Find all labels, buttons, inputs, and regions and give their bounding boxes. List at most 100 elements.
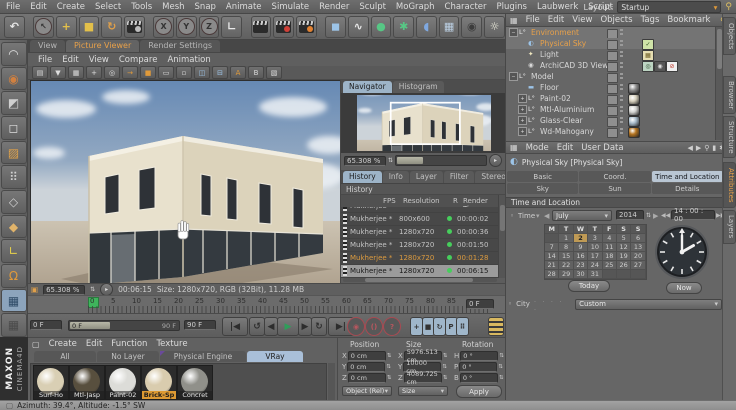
calendar-day-16[interactable]: 16 [574,252,588,261]
calendar-day-11[interactable]: 11 [603,243,617,252]
reset-zoom-icon[interactable]: ◎ [104,66,120,79]
visibility-dots[interactable] [620,29,623,36]
workplane-lock-icon[interactable]: ▦ [1,313,27,337]
value-field-rotation-p[interactable]: 0 ° [459,362,497,372]
render-picture-viewer-icon[interactable] [273,16,294,38]
panel-tab-objects[interactable]: Objects [723,17,736,55]
enable-checkbox[interactable] [607,73,618,83]
pan-icon[interactable]: + [86,66,102,79]
menubar-item-laubwerk[interactable]: Laubwerk [537,2,578,12]
timeline-ruler[interactable]: 0 F 0510152025303540455055606570758085 [28,295,505,314]
visibility-dots[interactable] [620,117,623,124]
om-menu-objects[interactable]: Objects [600,15,632,25]
render-view-icon[interactable] [251,16,272,38]
year-field[interactable]: 2014 [616,210,644,220]
apply-button[interactable]: Apply [456,385,502,398]
calendar-day-25[interactable]: 25 [603,261,617,270]
om-menu-tags[interactable]: Tags [641,15,660,25]
enable-checkbox[interactable] [607,84,618,94]
material-item[interactable]: Concret [177,365,213,400]
add-deformer-icon[interactable]: ◖ [416,16,437,38]
range-start-field[interactable]: 0 F [30,320,62,330]
z-lock-icon[interactable]: Z [199,16,220,38]
enable-checkbox[interactable] [607,95,618,105]
clock-widget[interactable] [653,222,711,280]
tab-picture-viewer[interactable]: Picture Viewer [66,40,139,52]
enable-checkbox[interactable] [607,62,618,72]
expander-icon[interactable]: + [518,116,527,125]
expander-icon[interactable]: − [509,28,518,37]
object-row-archicad-3d-view[interactable]: ◉ArchiCAD 3D View◎◉⊘ [506,60,717,71]
filter-icon[interactable]: ▧ [266,66,282,79]
stepper-icon[interactable]: ⇅ [499,353,504,359]
material-tab-all[interactable]: All [34,351,96,362]
stepper-icon[interactable]: ⇅ [442,364,447,370]
calendar-day-24[interactable]: 24 [588,261,602,270]
pv-menu-animation[interactable]: Animation [167,55,210,65]
layout-select[interactable]: Startup ▾ [617,1,721,13]
object-row-glass-clear[interactable]: +L°Glass-Clear [506,115,717,126]
material-checkbox-icon[interactable]: ▢ [32,340,40,349]
object-row-environment[interactable]: −L°Environment [506,27,717,38]
tab-navigator[interactable]: Navigator [343,81,392,93]
y-lock-icon[interactable]: Y [176,16,197,38]
texture-mode-icon[interactable]: ▨ [1,141,27,165]
enable-checkbox[interactable] [607,128,618,138]
rotate-tool-icon[interactable]: ↻ [101,16,122,38]
attr-tab-sun[interactable]: Sun [579,183,650,194]
calendar-day-27[interactable]: 27 [631,261,645,270]
menubar-item-character[interactable]: Character [445,2,487,12]
tab-render-settings[interactable]: Render Settings [140,40,220,52]
object-row-model[interactable]: −L°Model [506,71,717,82]
material-menu-function[interactable]: Function [111,339,147,349]
calendar-day-12[interactable]: 12 [617,243,631,252]
calendar-day-17[interactable]: 17 [588,252,602,261]
add-light-icon[interactable]: ☼ [484,16,505,38]
month-next-icon[interactable]: ▶ [653,212,658,220]
calendar-day-31[interactable]: 31 [588,270,602,279]
material-item[interactable]: Paint-02 [105,365,141,400]
calendar-day-28[interactable]: 28 [545,270,559,279]
tab-filter[interactable]: Filter [444,171,475,183]
point-mode-icon[interactable]: ⠿ [1,165,27,189]
polygon-mode-icon[interactable]: ◆ [1,215,27,239]
expander-icon[interactable]: + [518,127,527,136]
zoom-value[interactable]: 65.308 % [344,156,386,166]
search-icon[interactable]: ⚲ [704,144,709,152]
om-menu-view[interactable]: View [572,15,592,25]
city-dropdown[interactable]: Custom▾ [575,299,722,310]
attr-tab-basic[interactable]: Basic [507,171,578,182]
calendar-day-13[interactable]: 13 [631,243,645,252]
material-item[interactable]: Surf-Ho [33,365,69,400]
column-r[interactable]: R [453,197,458,205]
panel-grid-icon[interactable]: ▦ [510,16,518,25]
material-scrollbar[interactable] [328,363,335,400]
object-row-mtl-aluminium[interactable]: +L°Mtl-Aluminium [506,104,717,115]
material-menu-texture[interactable]: Texture [156,339,187,349]
year-stepper[interactable]: ⇅ [646,212,651,219]
column-fps[interactable]: FPS [383,197,396,205]
stepper-icon[interactable]: ⇅ [386,364,391,370]
menubar-item-edit[interactable]: Edit [30,2,46,12]
axis-mode-icon[interactable]: ∟ [1,239,27,263]
coord-system-icon[interactable]: ∟ [221,16,242,38]
world-icon[interactable]: ◉ [1,67,27,91]
save-icon[interactable]: ▼ [50,66,66,79]
scale-tool-icon[interactable]: ■ [79,16,100,38]
tab-info[interactable]: Info [383,171,409,183]
open-icon[interactable]: ▤ [32,66,48,79]
menubar-item-sculpt[interactable]: Sculpt [359,2,386,12]
material-tab-no-layer[interactable]: No Layer [97,351,159,362]
menubar-item-plugins[interactable]: Plugins [497,2,527,12]
attr-menu-mode[interactable]: Mode [526,143,549,153]
pv-menu-file[interactable]: File [38,55,52,65]
nav-forward-icon[interactable]: ▶ [696,144,701,152]
zoom-stepper[interactable]: ⇅ [388,157,393,164]
menubar-item-snap[interactable]: Snap [195,2,216,12]
tab-view[interactable]: View [30,40,65,52]
rendered-image[interactable] [30,80,342,285]
chevron-down-icon[interactable]: ▾ [536,212,540,220]
history-hscrollbar[interactable] [343,278,497,282]
calendar-day-19[interactable]: 19 [617,252,631,261]
calendar-day-1[interactable]: 1 [559,234,573,243]
